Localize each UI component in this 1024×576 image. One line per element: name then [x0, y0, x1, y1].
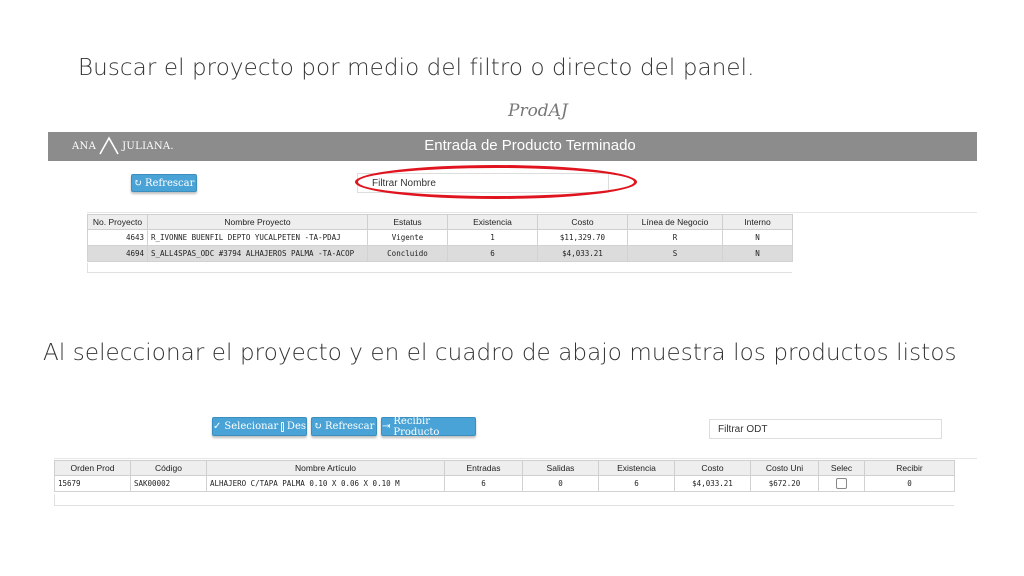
cell-costo-uni: $672.20 [750, 475, 819, 492]
products-table-header: Orden Prod Código Nombre Artículo Entrad… [54, 460, 955, 476]
col-existencia[interactable]: Existencia [598, 460, 675, 476]
col-selec[interactable]: Selec [818, 460, 865, 476]
col-costo-uni[interactable]: Costo Uni [750, 460, 819, 476]
slide-heading-products: Al seleccionar el proyecto y en el cuadr… [43, 340, 957, 366]
col-nombre-proyecto[interactable]: Nombre Proyecto [147, 214, 368, 230]
col-entradas[interactable]: Entradas [444, 460, 523, 476]
cell-existencia: 1 [447, 229, 538, 246]
receive-product-button[interactable]: ⇥ Recibir Producto [381, 415, 476, 438]
cell-linea-negocio: R [627, 229, 723, 246]
table-row[interactable]: 4643 R_IVONNE BUENFIL DEPTO YUCALPETEN -… [87, 229, 793, 246]
cell-nombre-proyecto: R_IVONNE BUENFIL DEPTO YUCALPETEN -TA-PD… [147, 229, 368, 246]
projects-table: No. Proyecto Nombre Proyecto Estatus Exi… [87, 214, 793, 262]
cell-orden-prod: 15679 [54, 475, 131, 492]
check-icon: ✓ [213, 421, 222, 432]
cell-interno: N [722, 245, 793, 262]
cell-selec [818, 475, 865, 492]
col-orden-prod[interactable]: Orden Prod [54, 460, 131, 476]
refresh-products-label: Refrescar [325, 421, 375, 432]
cell-no-proyecto: 4643 [87, 229, 148, 246]
col-linea-negocio[interactable]: Línea de Negocio [627, 214, 723, 230]
login-icon: ⇥ [382, 421, 391, 432]
col-no-proyecto[interactable]: No. Proyecto [87, 214, 148, 230]
logo-chevron-icon [99, 136, 119, 155]
col-costo[interactable]: Costo [674, 460, 751, 476]
filter-odt-input[interactable] [709, 419, 942, 439]
col-interno[interactable]: Interno [722, 214, 793, 230]
table-row[interactable]: 4694 S_ALL4SPAS_ODC #3794 ALHAJEROS PALM… [87, 245, 793, 262]
slide-heading-search: Buscar el proyecto por medio del filtro … [78, 55, 755, 81]
cell-codigo: SAK00002 [130, 475, 207, 492]
cell-interno: N [722, 229, 793, 246]
deselect-label: Des [286, 421, 306, 432]
refresh-projects-label: Refrescar [145, 177, 195, 189]
refresh-icon: ↻ [133, 177, 143, 189]
table-row[interactable]: 15679 SAK00002 ALHAJERO C/TAPA PALMA 0.1… [54, 475, 955, 492]
company-logo: ANA JULIANA. [72, 135, 174, 157]
cell-costo: $11,329.70 [537, 229, 628, 246]
cell-entradas: 6 [444, 475, 523, 492]
refresh-icon: ↻ [313, 421, 323, 432]
logo-text-left: ANA [72, 140, 97, 152]
select-deselect-button[interactable]: ✓ Selecionar Des [212, 417, 307, 436]
projects-panel-border [87, 212, 977, 213]
products-toolbar: ✓ Selecionar Des ↻ Refrescar ⇥ Recibir P… [212, 415, 476, 438]
projects-table-footer [87, 263, 792, 273]
cell-recibir[interactable]: 0 [864, 475, 955, 492]
products-table-footer [54, 494, 954, 506]
cell-linea-negocio: S [627, 245, 723, 262]
cell-estatus: Concluido [367, 245, 448, 262]
products-panel-border [54, 458, 977, 459]
cell-costo: $4,033.21 [537, 245, 628, 262]
select-checkbox[interactable] [836, 478, 847, 489]
receive-product-label: Recibir Producto [393, 415, 440, 438]
products-table: Orden Prod Código Nombre Artículo Entrad… [54, 460, 955, 492]
app-title: Entrada de Producto Terminado [424, 137, 636, 154]
logo-text-right: JULIANA. [122, 140, 174, 152]
cell-existencia: 6 [598, 475, 675, 492]
col-estatus[interactable]: Estatus [367, 214, 448, 230]
cell-nombre-articulo: ALHAJERO C/TAPA PALMA 0.10 X 0.06 X 0.10… [206, 475, 445, 492]
projects-table-header: No. Proyecto Nombre Proyecto Estatus Exi… [87, 214, 793, 230]
brand-logo-prodaj: ProdAJ [508, 101, 568, 121]
col-costo[interactable]: Costo [537, 214, 628, 230]
cell-salidas: 0 [522, 475, 599, 492]
filter-highlight-ellipse [355, 165, 637, 199]
col-salidas[interactable]: Salidas [522, 460, 599, 476]
cell-no-proyecto: 4694 [87, 245, 148, 262]
refresh-products-button[interactable]: ↻ Refrescar [311, 417, 377, 436]
refresh-projects-button[interactable]: ↻ Refrescar [131, 174, 197, 192]
cell-costo: $4,033.21 [674, 475, 751, 492]
cell-estatus: Vigente [367, 229, 448, 246]
col-recibir[interactable]: Recibir [864, 460, 955, 476]
checkbox-icon [281, 421, 284, 432]
cell-nombre-proyecto: S_ALL4SPAS_ODC #3794 ALHAJEROS PALMA -TA… [147, 245, 368, 262]
cell-existencia: 6 [447, 245, 538, 262]
select-label: Selecionar [224, 421, 279, 432]
col-existencia[interactable]: Existencia [447, 214, 538, 230]
col-nombre-articulo[interactable]: Nombre Artículo [206, 460, 445, 476]
col-codigo[interactable]: Código [130, 460, 207, 476]
